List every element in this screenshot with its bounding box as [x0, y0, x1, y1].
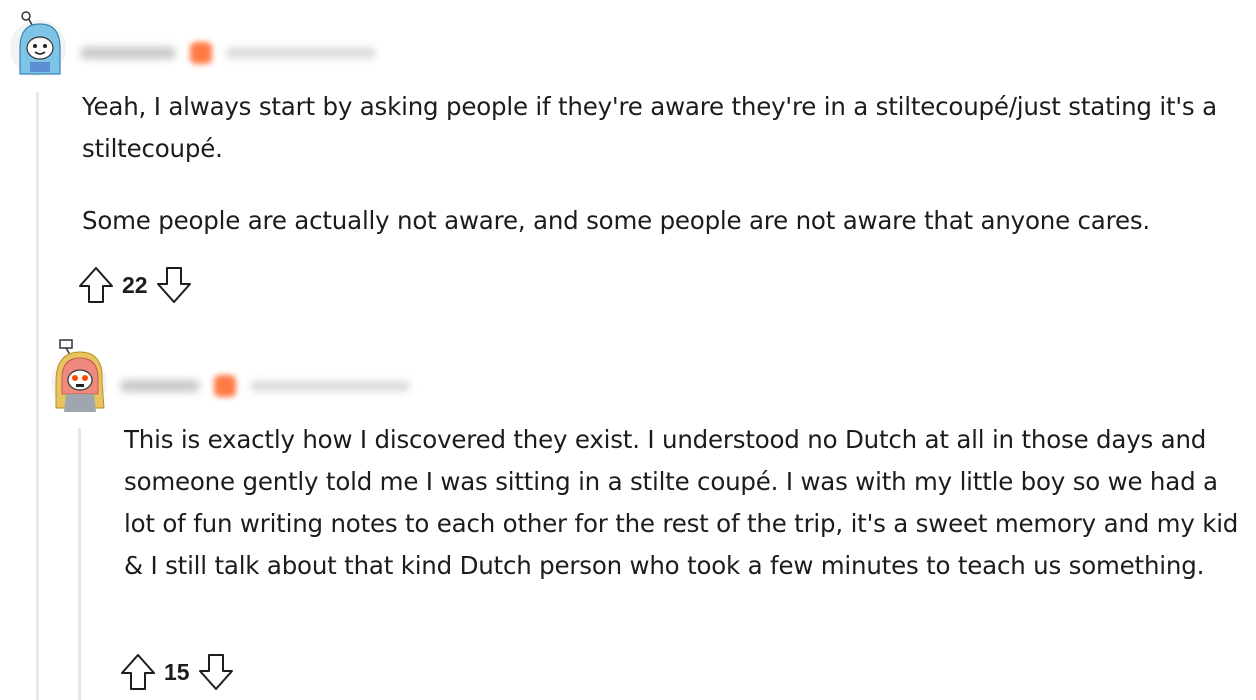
user-flair-icon: [190, 42, 212, 64]
comment-header: [80, 38, 376, 68]
username-redacted[interactable]: [120, 380, 200, 392]
user-avatar[interactable]: [50, 338, 107, 412]
user-flair-icon: [214, 375, 236, 397]
comment-thread: Yeah, I always start by asking people if…: [0, 0, 1256, 700]
comment-timestamp-redacted: [226, 48, 376, 58]
vote-controls: 15: [118, 652, 236, 692]
vote-count: 22: [122, 271, 148, 298]
comment-paragraph: Some people are actually not aware, and …: [82, 206, 1150, 235]
username-redacted[interactable]: [80, 47, 176, 59]
upvote-button[interactable]: [76, 265, 116, 305]
comment-timestamp-redacted: [250, 381, 410, 391]
upvote-button[interactable]: [118, 652, 158, 692]
downvote-arrow-icon: [198, 654, 233, 690]
upvote-arrow-icon: [79, 267, 113, 303]
snoo-avatar-pink-hood-icon: [51, 339, 107, 412]
downvote-button[interactable]: [154, 265, 194, 305]
comment-paragraph: Yeah, I always start by asking people if…: [82, 92, 1217, 163]
snoo-avatar-blue-hood-icon: [10, 11, 66, 76]
upvote-arrow-icon: [121, 654, 155, 690]
vote-count: 15: [164, 658, 190, 685]
thread-line-comment-2[interactable]: [78, 428, 81, 700]
comment-body: Yeah, I always start by asking people if…: [82, 86, 1252, 242]
vote-controls: 22: [76, 265, 194, 305]
downvote-arrow-icon: [156, 267, 191, 303]
downvote-button[interactable]: [196, 652, 236, 692]
comment-header: [120, 371, 410, 401]
thread-line-comment-1[interactable]: [36, 92, 39, 700]
comment-paragraph: This is exactly how I discovered they ex…: [124, 425, 1239, 580]
comment-body: This is exactly how I discovered they ex…: [124, 419, 1252, 587]
user-avatar[interactable]: [10, 8, 66, 76]
